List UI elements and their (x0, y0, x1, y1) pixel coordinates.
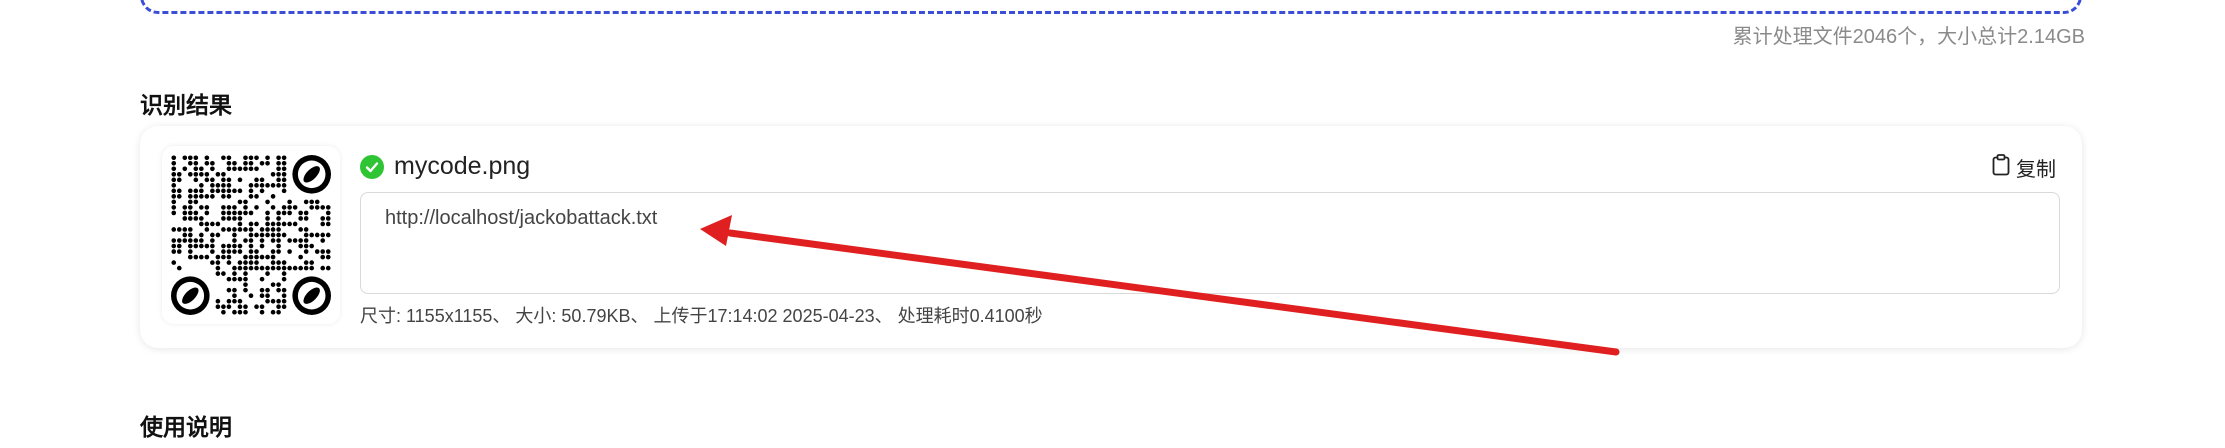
qr-code-image (171, 155, 331, 315)
result-header: mycode.png (360, 152, 530, 181)
clipboard-icon (1992, 153, 2010, 182)
file-meta-info: 尺寸: 1155x1155、 大小: 50.79KB、 上传于17:14:02 … (360, 306, 1043, 326)
result-card: mycode.png 复制 http://localhost/jackobatt… (140, 126, 2082, 348)
decoded-result-text[interactable]: http://localhost/jackobattack.txt (360, 192, 2060, 294)
qr-code-thumbnail[interactable] (162, 146, 340, 324)
check-circle-icon (360, 154, 384, 179)
copy-label: 复制 (2016, 159, 2056, 181)
usage-section-title: 使用说明 (140, 414, 232, 440)
result-section-title: 识别结果 (140, 92, 232, 118)
page: 累计处理文件2046个，大小总计2.14GB 识别结果 mycode.png 复… (0, 0, 2225, 448)
processing-stats: 累计处理文件2046个，大小总计2.14GB (1732, 26, 2085, 48)
result-filename: mycode.png (394, 152, 531, 180)
upload-dropzone[interactable] (140, 0, 2082, 14)
copy-button[interactable]: 复制 (1992, 153, 2056, 182)
